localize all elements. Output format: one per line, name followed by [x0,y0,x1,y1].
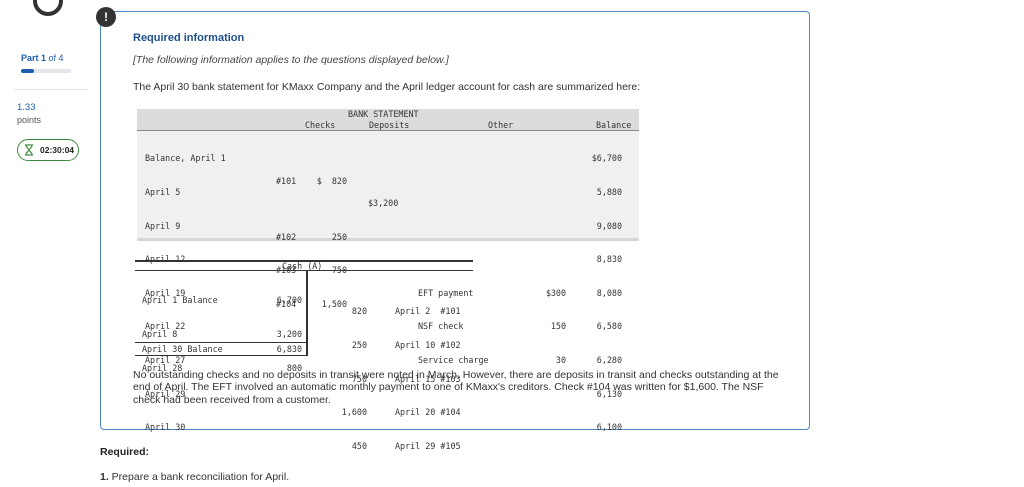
balance-amount: 6,280 [596,355,622,366]
alert-icon: ! [96,7,116,27]
logo-icon [33,0,63,16]
bank-date: April 5 [145,187,181,198]
col-header-other: Other [488,120,514,130]
info-paragraph: No outstanding checks and no deposits in… [133,369,779,406]
deposit-amount: $3,200 [368,198,399,209]
other-amount-column: $300 150 30 [535,131,566,377]
required-info-heading: Required information [133,32,245,44]
ledger-debit-label: April 1 Balance [142,295,218,306]
timer-text: 02:30:04 [40,145,75,155]
part-indicator: Part 1 of 4 [21,53,64,63]
check-amount: 250 [331,231,347,242]
part-progress-fill [21,69,34,73]
balance-amount: 5,880 [596,187,622,198]
check-number: #101 [276,175,297,186]
other-amount: 30 [555,355,566,366]
points-value: 1.33 [17,102,36,113]
bank-date: Balance, April 1 [145,153,226,164]
balance-amount: 8,080 [596,287,622,298]
ledger-credit-label: April 20 #104 [395,407,461,418]
required-label: Required: [100,446,150,458]
task-text: Prepare a bank reconciliation for April. [108,471,290,483]
ledger-credit-label: April 29 #105 [395,440,461,451]
ledger-balance-divider [306,342,308,356]
points-label: points [17,115,42,125]
ledger-debit-amount: 6,700 [276,295,302,306]
part-progress-bar [21,69,71,73]
hourglass-icon [25,144,33,156]
ledger-ending-amount: 6,830 [276,344,302,354]
ledger-credit-amount: 1,600 [341,407,367,418]
check-amount: $ 820 [316,175,347,186]
balance-amount: 6,580 [596,321,622,332]
sidebar-divider [14,89,88,90]
ledger-debit-amount: 3,200 [276,329,302,340]
col-header-checks: Checks [305,120,336,130]
ledger-credit-amount: 250 [351,340,367,351]
bank-statement-title: BANK STATEMENT [348,109,419,119]
ledger-divider [306,270,308,342]
task-number: 1. [100,471,109,483]
ledger-balance-bottom-rule [135,355,308,356]
balance-amount: $6,700 [591,153,622,164]
timer-pill[interactable]: 02:30:04 [17,139,79,161]
ledger-credit-amount: 820 [351,306,367,317]
ledger-credit-label: April 2 #101 [395,306,461,317]
balance-amount: 9,080 [596,220,622,231]
bank-date: April 9 [145,220,181,231]
ledger-ending-label: April 30 Balance [142,344,223,354]
task-item: 1. Prepare a bank reconciliation for Apr… [100,471,289,483]
other-amount: 150 [550,321,566,332]
col-header-balance: Balance [596,120,632,130]
check-number: #102 [276,231,297,242]
ledger-credit-amount: 450 [351,440,367,451]
other-amount: $300 [545,287,566,298]
intro-text: The April 30 bank statement for KMaxx Co… [133,81,641,93]
info-note: [The following information applies to th… [133,54,449,66]
ledger-credit-label: April 10 #102 [395,340,461,351]
ledger-header-rule [135,270,473,271]
col-header-deposits: Deposits [369,120,410,130]
balance-amount: 6,100 [596,422,622,433]
bank-date: April 30 [145,422,186,433]
balance-amount: 8,830 [596,254,622,265]
ledger-debit-label: April 8 [142,329,178,340]
ledger-balance-top-rule [135,342,308,343]
